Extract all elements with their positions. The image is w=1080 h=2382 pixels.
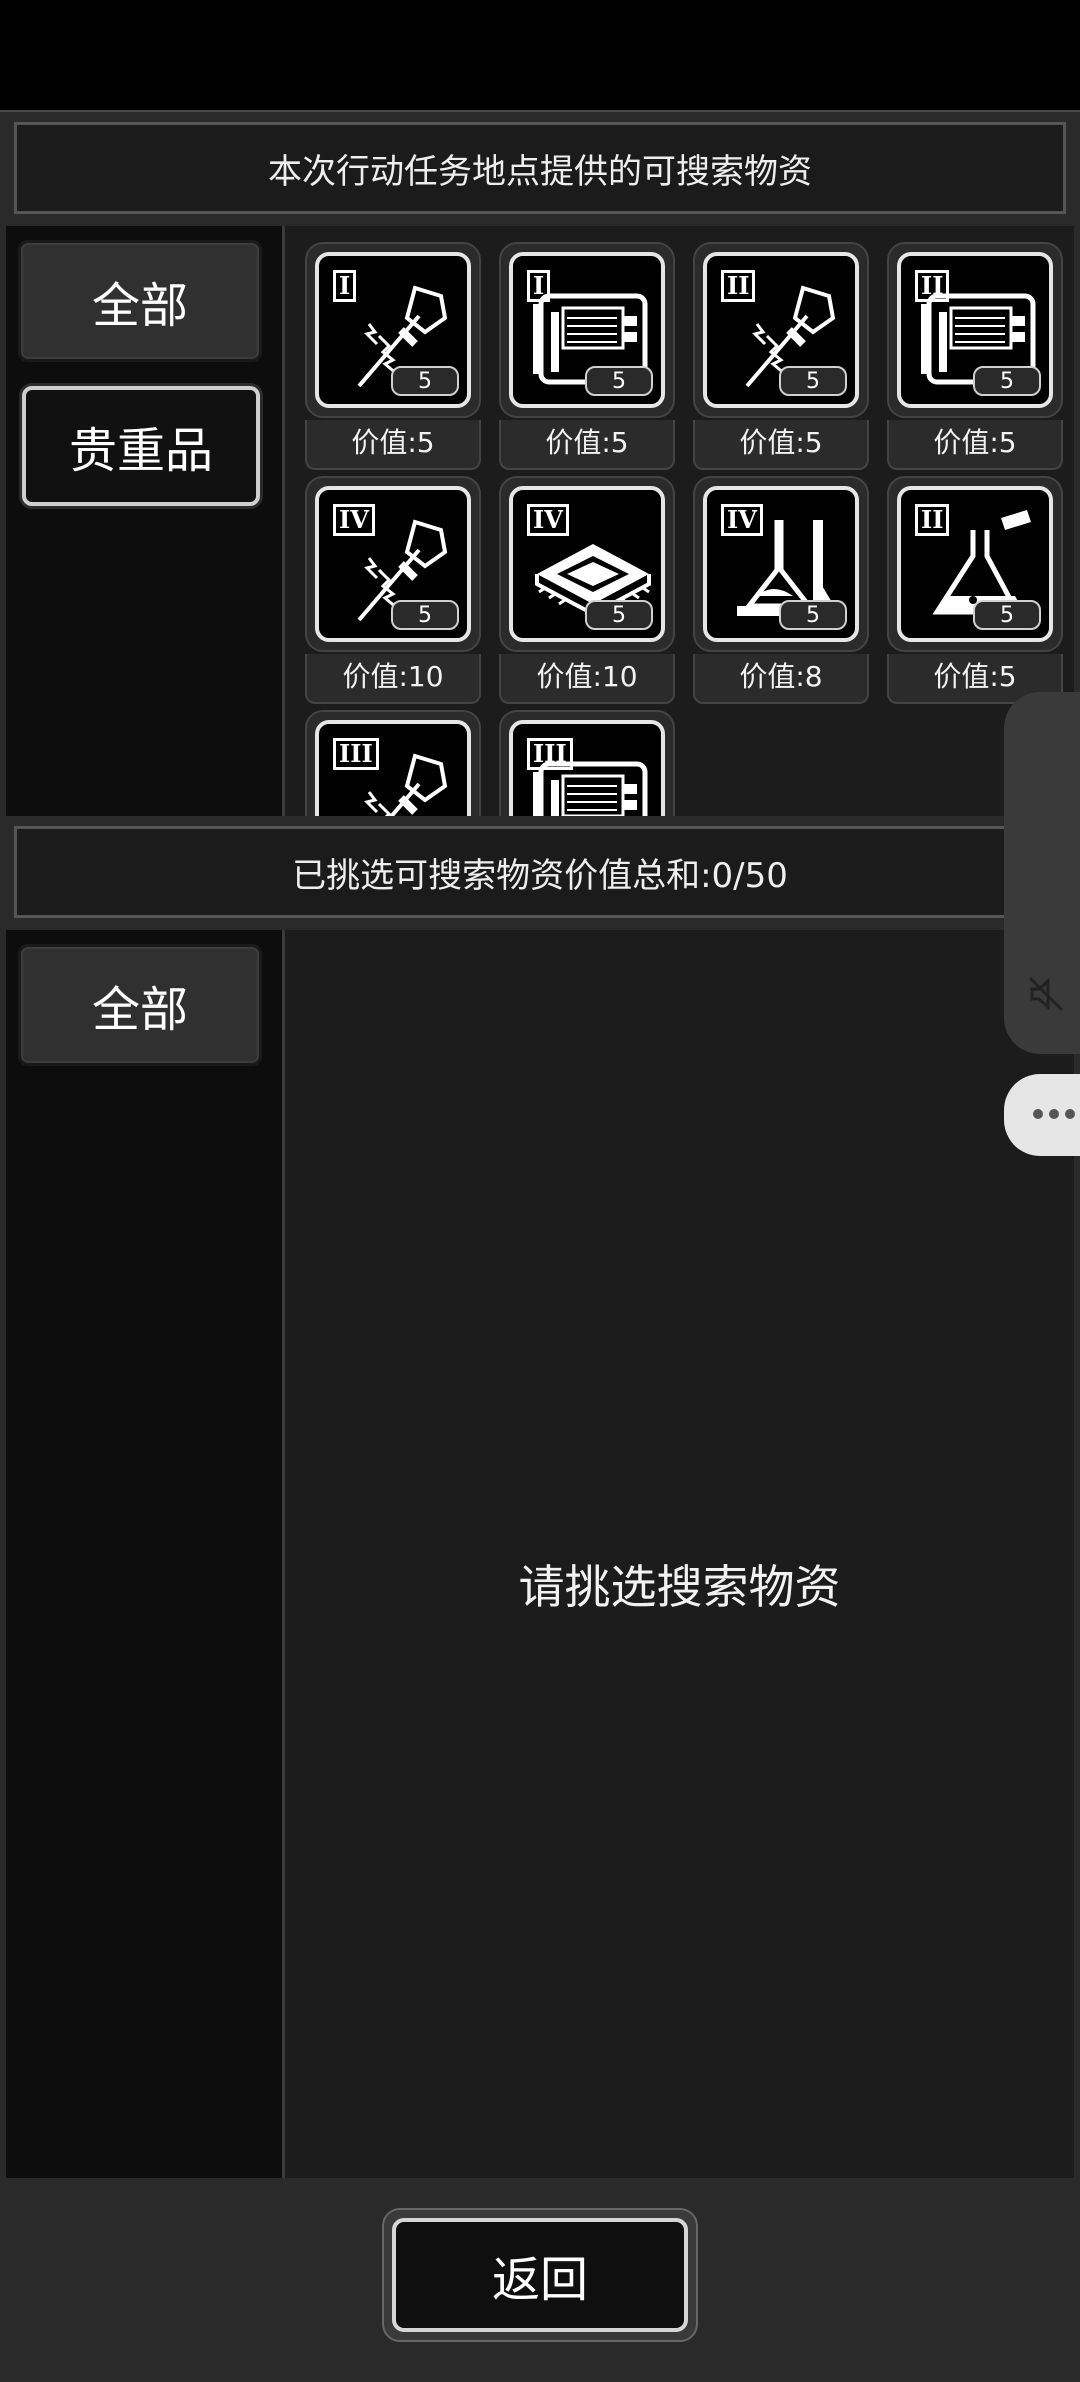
return-button[interactable]: 返回 (382, 2208, 698, 2342)
return-label: 返回 (491, 2252, 588, 2308)
supply-item-card[interactable]: IV 5 (499, 476, 675, 652)
empty-selection-hint: 请挑选搜索物资 (518, 1560, 841, 1614)
item-count-badge: 5 (779, 366, 847, 396)
selected-items-area: 请挑选搜索物资 (282, 930, 1074, 2178)
supply-item[interactable]: II 5 价值:5 (887, 476, 1063, 704)
supply-item[interactable]: IV 5 价值:10 (499, 476, 675, 704)
mute-icon (1028, 976, 1064, 1012)
tier-badge: III (527, 738, 573, 770)
supply-item[interactable]: III (305, 710, 481, 816)
tier-badge: I (527, 270, 551, 302)
item-count-badge: 5 (585, 600, 653, 630)
item-price: 价值:10 (499, 654, 675, 704)
supply-item[interactable]: IV 5 价值:10 (305, 476, 481, 704)
item-count-badge: 5 (973, 600, 1041, 630)
selected-value-title: 已挑选可搜索物资价值总和:0/50 (292, 855, 788, 896)
item-price: 价值:5 (499, 420, 675, 470)
floating-more-button[interactable] (1004, 1074, 1080, 1156)
category-valuables-label: 贵重品 (68, 423, 213, 479)
supply-item[interactable]: II 5 价值:5 (887, 242, 1063, 470)
tier-badge: I (333, 270, 357, 302)
category-valuables-button[interactable]: 贵重品 (22, 386, 260, 506)
supply-item[interactable]: IV 5 价值:8 (693, 476, 869, 704)
item-price: 价值:5 (887, 420, 1063, 470)
category-all-label: 全部 (91, 278, 188, 334)
tier-badge: IV (527, 504, 569, 536)
item-count-badge: 5 (391, 366, 459, 396)
item-count-badge: 5 (391, 600, 459, 630)
available-supplies-title: 本次行动任务地点提供的可搜索物资 (268, 151, 812, 192)
floating-side-panel[interactable] (1004, 692, 1080, 1054)
supply-item-card[interactable]: II 5 (693, 242, 869, 418)
item-price: 价值:5 (305, 420, 481, 470)
supply-item-card[interactable]: II 5 (887, 242, 1063, 418)
supply-item-card[interactable]: I5 (499, 242, 675, 418)
item-count-badge: 5 (779, 600, 847, 630)
item-price: 价值:5 (693, 420, 869, 470)
selected-category-all-button[interactable]: 全部 (18, 944, 262, 1066)
tier-badge: II (721, 270, 756, 302)
supply-item-card[interactable]: I5 (305, 242, 481, 418)
supply-item[interactable]: I 5 价值:5 (499, 242, 675, 470)
more-dots-icon (1033, 1109, 1075, 1119)
item-count-badge: 5 (973, 366, 1041, 396)
item-count-badge: 5 (585, 366, 653, 396)
item-price: 价值:8 (693, 654, 869, 704)
tier-badge: III (333, 738, 379, 770)
selected-value-banner: 已挑选可搜索物资价值总和:0/50 (14, 826, 1066, 918)
item-grid: I 5 价值:5 I 5 价值:5 II 5 价值:5 II 5 价值:5 IV 5 价值:10 IV 5 价值:… (282, 226, 1074, 816)
item-price: 价值:10 (305, 654, 481, 704)
tier-badge: II (915, 504, 950, 536)
supply-item-card[interactable]: IV 5 (305, 476, 481, 652)
available-supplies-banner: 本次行动任务地点提供的可搜索物资 (14, 122, 1066, 214)
supply-item[interactable]: II 5 价值:5 (693, 242, 869, 470)
tier-badge: IV (721, 504, 763, 536)
supply-item-card[interactable]: IV 5 (693, 476, 869, 652)
bottom-category-panel (6, 930, 282, 2178)
selected-category-all-label: 全部 (91, 982, 188, 1038)
category-all-button[interactable]: 全部 (18, 240, 262, 362)
tier-badge: IV (333, 504, 375, 536)
supply-item-card[interactable]: III (499, 710, 675, 816)
supply-item-card[interactable]: II 5 (887, 476, 1063, 652)
supply-item[interactable]: III (499, 710, 675, 816)
supply-item-card[interactable]: III (305, 710, 481, 816)
supply-item[interactable]: I 5 价值:5 (305, 242, 481, 470)
tier-badge: II (915, 270, 950, 302)
